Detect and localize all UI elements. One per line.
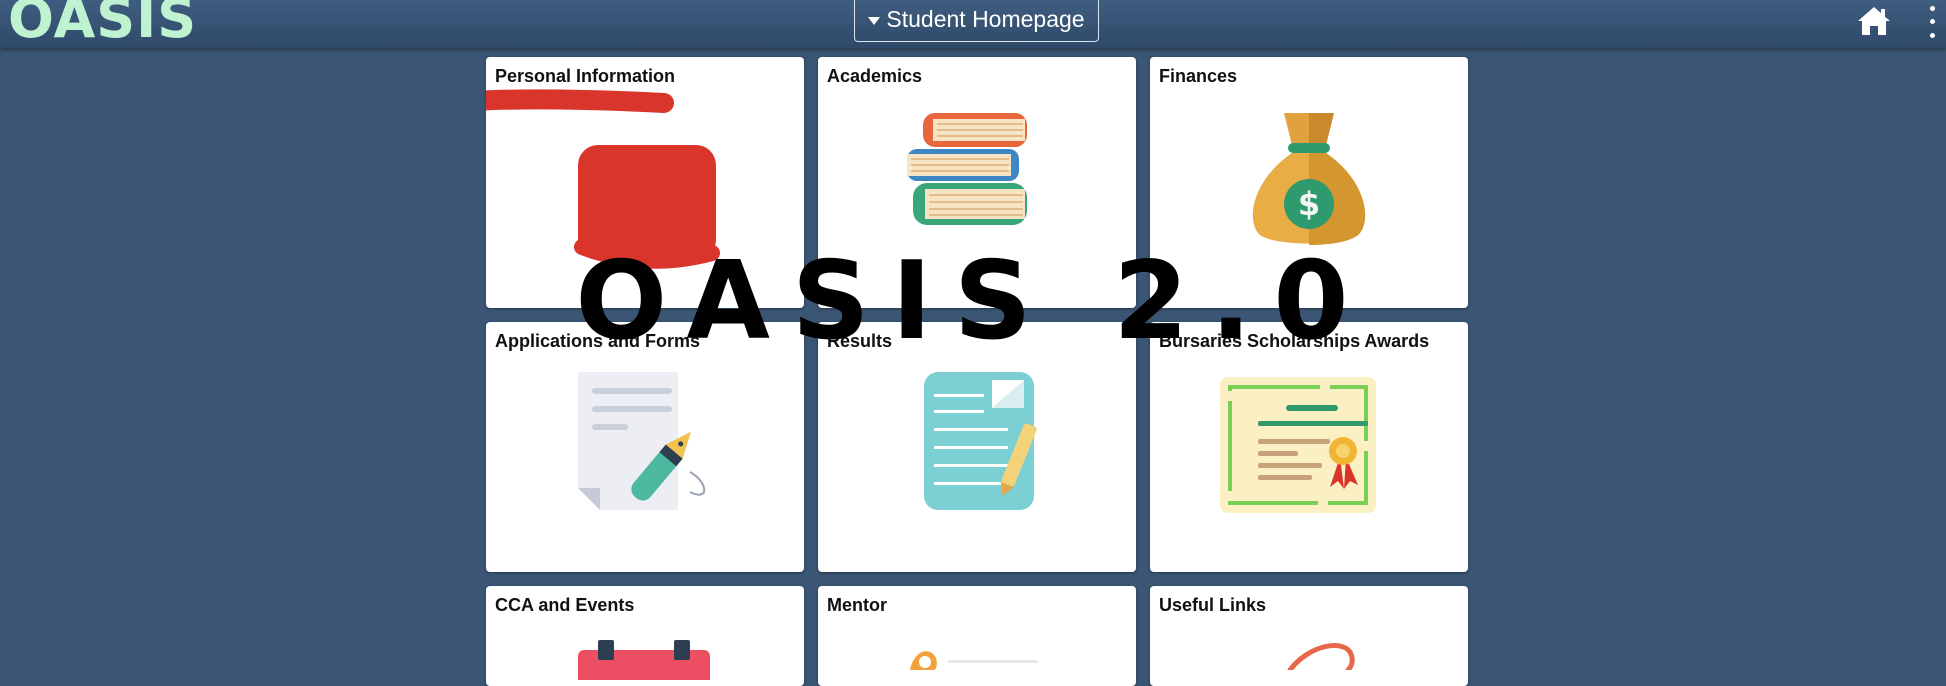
home-icon <box>1858 7 1890 35</box>
page-switcher-dropdown[interactable]: Student Homepage <box>854 0 1099 42</box>
caret-down-icon <box>868 16 881 25</box>
svg-text:$: $ <box>1298 185 1320 223</box>
menu-dot <box>1929 6 1935 12</box>
menu-dot <box>1929 32 1935 38</box>
tile-title: CCA and Events <box>495 595 635 615</box>
tile-title: Results <box>827 331 893 351</box>
tile-finances[interactable]: Finances $ <box>1150 57 1468 308</box>
link-icon <box>1287 643 1355 670</box>
tile-personal-information[interactable]: Personal Information <box>486 57 804 308</box>
tile-applications-and-forms[interactable]: Applications and Forms <box>486 322 804 572</box>
tile-title: Mentor <box>827 595 887 615</box>
tile-bursaries-scholarships-awards[interactable]: Bursaries Scholarships Awards <box>1150 322 1468 572</box>
page-switcher-label: Student Homepage <box>886 6 1085 32</box>
tile-title: Bursaries Scholarships Awards <box>1159 331 1430 351</box>
tile-useful-links[interactable]: Useful Links <box>1150 586 1468 686</box>
tile-title: Applications and Forms <box>495 331 701 351</box>
oasis-logo[interactable]: OASIS <box>8 0 197 46</box>
tile-mentor[interactable]: Mentor <box>818 586 1136 686</box>
mentor-icon <box>910 651 1038 670</box>
redaction-marks <box>486 89 720 269</box>
tile-results[interactable]: Results <box>818 322 1136 572</box>
top-banner: OASIS Student Homepage <box>0 0 1946 48</box>
tile-title: Finances <box>1159 66 1238 86</box>
home-button[interactable] <box>1856 4 1892 38</box>
money-bag-icon: $ <box>1252 113 1366 245</box>
tile-title: Useful Links <box>1159 595 1267 615</box>
calendar-icon <box>578 640 710 680</box>
tile-cca-and-events[interactable]: CCA and Events <box>486 586 804 686</box>
books-icon <box>907 113 1027 225</box>
report-icon <box>924 372 1037 510</box>
document-pen-icon <box>578 372 706 510</box>
kebab-menu-button[interactable] <box>1926 2 1938 42</box>
tile-title: Academics <box>827 66 923 86</box>
menu-dot <box>1929 19 1935 25</box>
tile-academics[interactable]: Academics <box>818 57 1136 308</box>
certificate-icon <box>1220 377 1376 513</box>
